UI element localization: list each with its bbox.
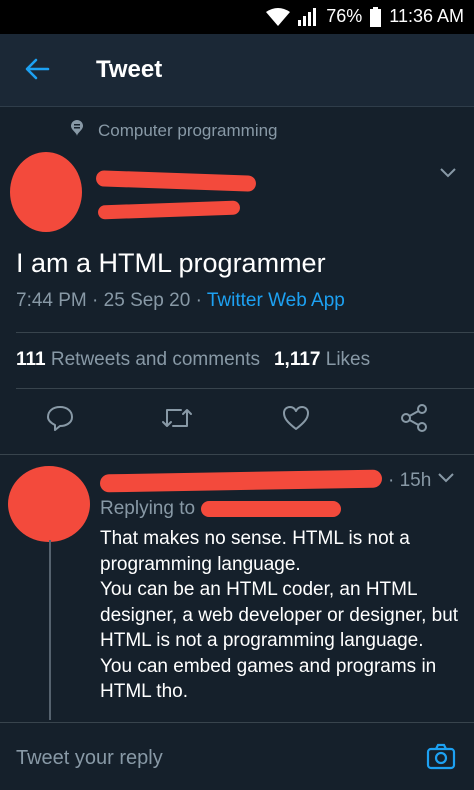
like-icon[interactable] xyxy=(282,404,310,437)
battery-icon xyxy=(370,6,382,27)
retweets-stat[interactable]: 111 Retweets and comments xyxy=(16,349,260,371)
author-handle-redacted[interactable] xyxy=(97,200,241,220)
tweet-meta: 7:44 PM · 25 Sep 20 · Twitter Web App xyxy=(16,290,345,311)
divider xyxy=(16,332,474,333)
chevron-down-icon[interactable] xyxy=(440,165,456,183)
reply-line: You can be an HTML coder, an HTML design… xyxy=(100,579,459,651)
tweet-time: 7:44 PM xyxy=(16,290,87,311)
divider xyxy=(0,454,474,455)
retweet-icon[interactable] xyxy=(161,404,193,437)
battery-percent: 76% xyxy=(326,6,363,26)
reply-input[interactable]: Tweet your reply xyxy=(16,747,163,770)
page-title: Tweet xyxy=(96,56,163,83)
signal-icon xyxy=(298,7,318,26)
replying-to: Replying to xyxy=(100,498,342,520)
reply-text: That makes no sense. HTML is not a progr… xyxy=(100,526,462,705)
retweets-label: Retweets and comments xyxy=(50,349,260,370)
replying-to-handle-redacted[interactable] xyxy=(201,501,342,517)
reply-icon[interactable] xyxy=(46,404,74,437)
thread-line xyxy=(49,540,51,720)
likes-stat[interactable]: 1,117 Likes xyxy=(274,349,370,371)
likes-count: 1,117 xyxy=(273,349,321,370)
topic-text: Computer programming xyxy=(98,120,278,140)
tweet-actions xyxy=(0,404,474,440)
topic-icon xyxy=(70,120,84,141)
camera-icon[interactable] xyxy=(426,743,456,776)
divider xyxy=(16,388,474,389)
share-icon[interactable] xyxy=(400,404,428,437)
retweets-count: 111 xyxy=(16,349,46,370)
reply-avatar[interactable] xyxy=(8,466,90,542)
avatar[interactable] xyxy=(10,152,82,232)
tweet-date: 25 Sep 20 xyxy=(103,290,191,311)
app-bar: Tweet xyxy=(0,34,474,107)
reply-author-redacted[interactable] xyxy=(99,469,383,493)
author-name-redacted[interactable] xyxy=(95,170,257,192)
chevron-down-icon[interactable] xyxy=(438,470,454,488)
replying-to-label: Replying to xyxy=(100,498,196,519)
reply-line: You can embed games and programs in HTML… xyxy=(100,655,437,703)
wifi-icon xyxy=(266,7,291,26)
reply-time: · 15h xyxy=(388,470,432,491)
back-arrow-icon[interactable] xyxy=(24,56,50,87)
tweet-source-link[interactable]: Twitter Web App xyxy=(207,290,345,311)
reply-line: That makes no sense. HTML is not a progr… xyxy=(100,528,410,575)
topic-label[interactable]: Computer programming xyxy=(70,120,278,141)
tweet-stats: 111 Retweets and comments 1,117 Likes xyxy=(16,349,370,371)
clock: 11:36 AM xyxy=(389,6,464,26)
tweet-text: I am a HTML programmer xyxy=(16,248,326,278)
likes-label: Likes xyxy=(325,349,371,370)
reply-header: · 15h xyxy=(99,466,432,494)
reply-composer[interactable]: Tweet your reply xyxy=(0,722,474,790)
status-bar: 76% 11:36 AM xyxy=(0,0,474,34)
